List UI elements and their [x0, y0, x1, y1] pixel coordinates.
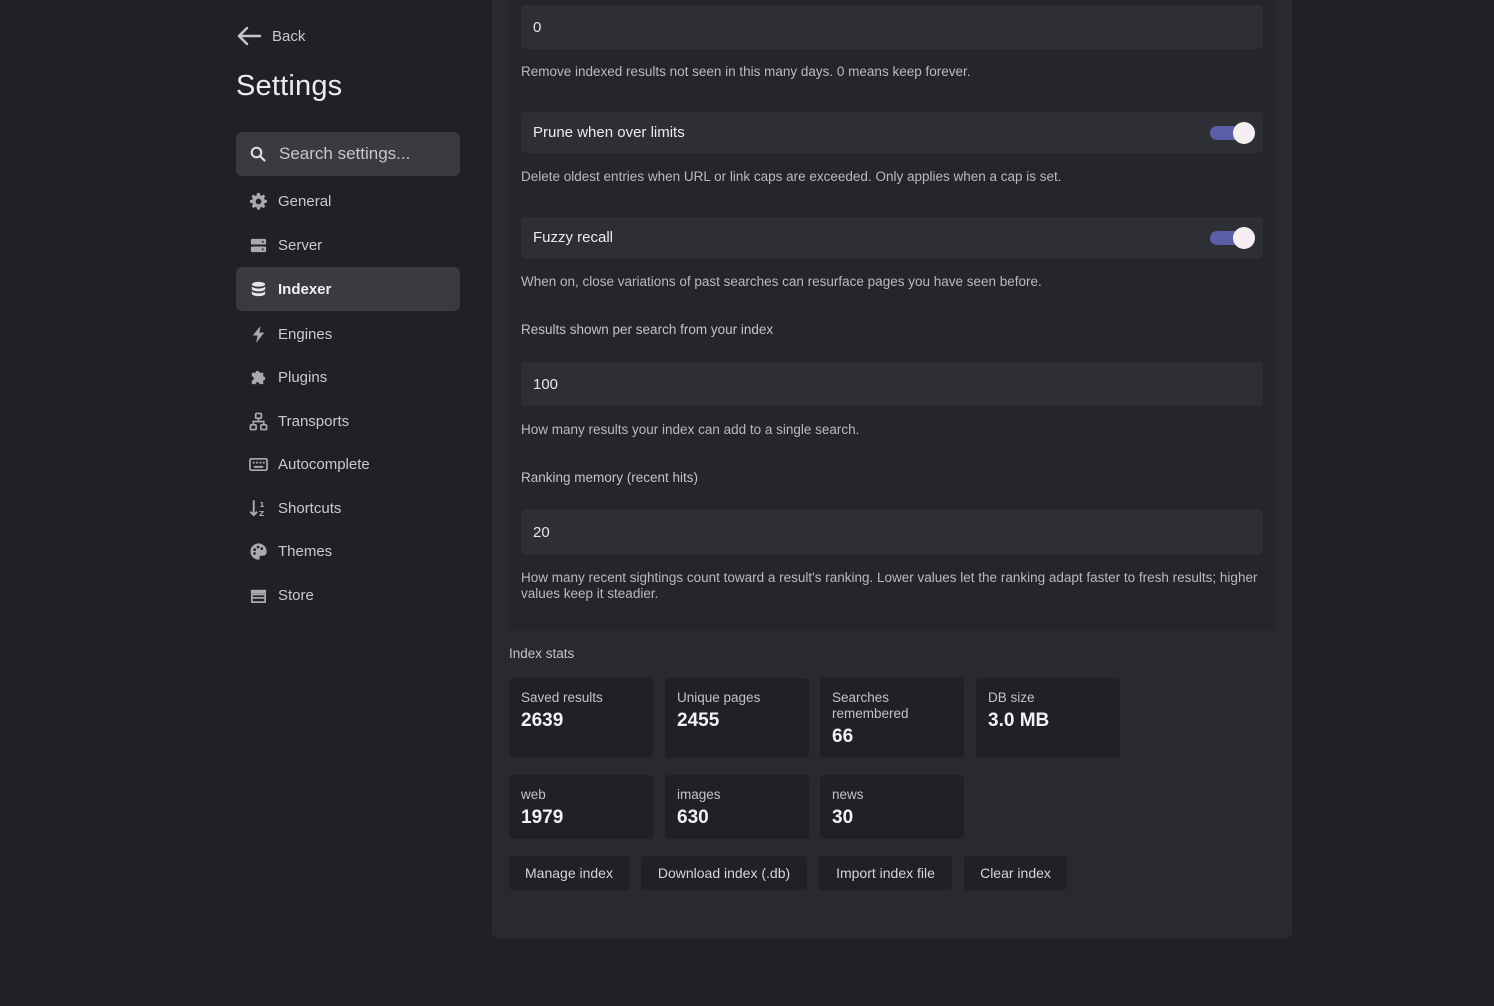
stat-value: 630	[677, 807, 709, 828]
gear-icon	[249, 192, 267, 210]
arrow-left-icon	[237, 26, 262, 46]
toggle-knob	[1233, 226, 1255, 249]
stat-searches-remembered: Searches remembered 66	[820, 678, 964, 758]
sidebar-item-store[interactable]: Store	[236, 573, 460, 617]
puzzle-icon	[251, 370, 266, 384]
back-button[interactable]: Back	[236, 24, 305, 48]
stat-value: 1979	[521, 807, 564, 828]
retention-days-value: 0	[533, 18, 542, 36]
stat-saved-results: Saved results 2639	[509, 678, 653, 758]
store-icon	[250, 589, 267, 603]
page-title: Settings	[236, 70, 343, 102]
sidebar-item-label: Shortcuts	[278, 499, 342, 517]
stat-db-size: DB size 3.0 MB	[976, 678, 1120, 758]
sidebar-item-label: Transports	[278, 412, 350, 430]
sidebar-item-label: Server	[278, 236, 323, 254]
stat-label: Saved results	[521, 690, 603, 705]
stat-images: images 630	[665, 775, 809, 839]
sidebar-item-indexer[interactable]: Indexer	[236, 267, 460, 311]
stat-web: web 1979	[509, 775, 653, 839]
stat-news: news 30	[820, 775, 964, 839]
search-box[interactable]	[236, 132, 460, 176]
sidebar-item-engines[interactable]: Engines	[236, 312, 460, 356]
stat-value: 66	[832, 726, 854, 747]
back-label: Back	[272, 27, 306, 45]
svg-text:Z: Z	[259, 509, 264, 518]
ranking-memory-input[interactable]: 20	[521, 510, 1263, 554]
sidebar-item-general[interactable]: General	[236, 179, 460, 223]
stat-label: web	[521, 787, 546, 802]
retention-help: Remove indexed results not seen in this …	[521, 64, 971, 79]
stat-label: images	[677, 787, 721, 802]
manage-index-button[interactable]: Manage index	[509, 856, 629, 890]
keyboard-icon	[249, 457, 268, 471]
stat-value: 30	[832, 807, 854, 828]
ranking-memory-help: How many recent sightings count toward a…	[521, 570, 1258, 601]
sidebar-item-label: General	[278, 192, 332, 210]
results-per-search-value: 100	[533, 375, 559, 393]
stat-label: Searches remembered	[832, 690, 909, 721]
stat-label: DB size	[988, 690, 1035, 705]
sort-icon: 1 Z	[249, 499, 264, 518]
stat-value: 2455	[677, 710, 720, 731]
indexer-panel: 0 Remove indexed results not seen in thi…	[492, 0, 1292, 938]
sidebar-item-transports[interactable]: Transports	[236, 399, 460, 443]
clear-index-button[interactable]: Clear index	[964, 856, 1067, 890]
search-icon	[250, 146, 266, 162]
palette-icon	[250, 542, 267, 560]
fuzzy-recall-label: Fuzzy recall	[533, 229, 614, 246]
stat-value: 2639	[521, 710, 564, 731]
results-per-search-label: Results shown per search from your index	[521, 322, 774, 337]
sidebar-item-label: Engines	[278, 325, 333, 343]
ranking-memory-label: Ranking memory (recent hits)	[521, 470, 699, 485]
prune-toggle[interactable]	[1210, 121, 1256, 145]
prune-label: Prune when over limits	[533, 124, 685, 141]
prune-row: Prune when over limits	[521, 112, 1263, 153]
sidebar-item-themes[interactable]: Themes	[236, 529, 460, 573]
download-index-button[interactable]: Download index (.db)	[641, 856, 807, 890]
sidebar-item-label: Store	[278, 586, 314, 604]
sidebar-item-label: Indexer	[278, 280, 332, 298]
results-per-search-help: How many results your index can add to a…	[521, 422, 860, 437]
stat-label: Unique pages	[677, 690, 761, 705]
stat-unique-pages: Unique pages 2455	[665, 678, 809, 758]
server-icon	[250, 238, 267, 252]
database-icon	[251, 281, 266, 296]
sidebar-item-label: Themes	[278, 542, 333, 560]
retention-days-input[interactable]: 0	[521, 5, 1263, 49]
stat-label: news	[832, 787, 864, 802]
sidebar-item-server[interactable]: Server	[236, 223, 460, 267]
sidebar-item-shortcuts[interactable]: 1 Z Shortcuts	[236, 486, 460, 530]
fuzzy-recall-help: When on, close variations of past search…	[521, 274, 1042, 289]
network-icon	[249, 412, 268, 430]
sidebar-item-label: Autocomplete	[278, 455, 370, 473]
stat-value: 3.0 MB	[988, 710, 1050, 731]
fuzzy-recall-toggle[interactable]	[1210, 226, 1256, 250]
ranking-memory-value: 20	[533, 523, 550, 541]
import-index-button[interactable]: Import index file	[819, 856, 952, 890]
sidebar-item-label: Plugins	[278, 368, 328, 386]
index-stats-title: Index stats	[509, 646, 575, 661]
toggle-knob	[1233, 121, 1255, 144]
fuzzy-recall-row: Fuzzy recall	[521, 217, 1263, 258]
indexer-settings-card: 0 Remove indexed results not seen in thi…	[509, 0, 1275, 630]
svg-text:1: 1	[259, 500, 264, 509]
prune-help: Delete oldest entries when URL or link c…	[521, 169, 1062, 184]
sidebar-item-autocomplete[interactable]: Autocomplete	[236, 442, 460, 486]
sidebar-item-plugins[interactable]: Plugins	[236, 355, 460, 399]
results-per-search-input[interactable]: 100	[521, 362, 1263, 406]
bolt-icon	[252, 325, 265, 343]
search-input[interactable]	[279, 144, 449, 164]
